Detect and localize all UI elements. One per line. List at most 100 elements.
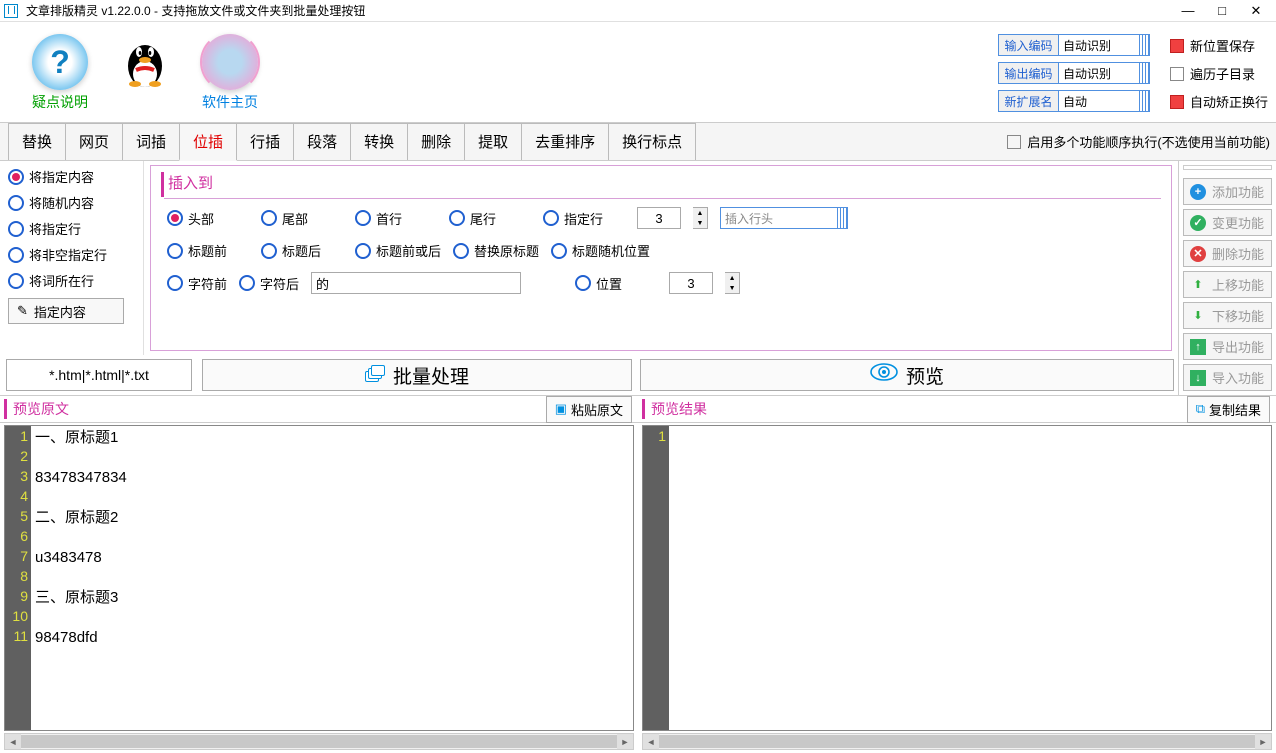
line-number-input[interactable] — [637, 207, 681, 229]
spinner[interactable]: ▲▼ — [693, 207, 708, 229]
check-icon: ✓ — [1190, 215, 1206, 231]
left-radio-2[interactable]: 将指定行 — [8, 219, 135, 238]
arrow-up-icon: ⬆ — [1190, 277, 1206, 293]
position-number-input[interactable] — [669, 272, 713, 294]
preview-source-title: 预览原文 — [4, 399, 546, 419]
tab-6[interactable]: 转换 — [350, 123, 408, 160]
insert-radio-标题前或后[interactable]: 标题前或后 — [355, 241, 441, 260]
insert-radio-尾行[interactable]: 尾行 — [449, 209, 531, 228]
radio-icon — [355, 243, 371, 259]
horizontal-scrollbar[interactable]: ◄► — [4, 733, 634, 750]
insert-radio-头部[interactable]: 头部 — [167, 209, 249, 228]
insert-radio-标题随机位置[interactable]: 标题随机位置 — [551, 241, 650, 260]
insert-radio-字符前[interactable]: 字符前 — [167, 274, 227, 293]
insert-radio-首行[interactable]: 首行 — [355, 209, 437, 228]
preview-button[interactable]: 预览 — [640, 359, 1174, 391]
auto-fix-wrap-label: 自动矫正换行 — [1190, 92, 1268, 111]
grip-icon — [837, 208, 847, 228]
left-radio-1[interactable]: 将随机内容 — [8, 193, 135, 212]
tab-1[interactable]: 网页 — [65, 123, 123, 160]
line-position-select[interactable]: 插入行头 — [720, 207, 848, 229]
horizontal-scrollbar[interactable]: ◄► — [642, 733, 1272, 750]
qq-button[interactable] — [122, 34, 168, 118]
result-content[interactable] — [669, 426, 1271, 730]
help-icon: ? — [32, 34, 88, 90]
copy-icon: ⧉ — [1196, 401, 1205, 417]
checkbox[interactable] — [1170, 67, 1184, 81]
left-radio-3[interactable]: 将非空指定行 — [8, 245, 135, 264]
export-function-button[interactable]: ↑导出功能 — [1183, 333, 1272, 360]
delete-function-button[interactable]: ✕删除功能 — [1183, 240, 1272, 267]
homepage-label: 软件主页 — [202, 92, 258, 112]
tab-2[interactable]: 词插 — [122, 123, 180, 160]
radio-icon — [8, 247, 24, 263]
source-content[interactable]: 一、原标题183478347834二、原标题2u3483478三、原标题3984… — [31, 426, 633, 730]
preview-result-title: 预览结果 — [642, 399, 1187, 419]
tab-0[interactable]: 替换 — [8, 123, 66, 160]
radio-icon — [261, 243, 277, 259]
maximize-button[interactable]: □ — [1214, 3, 1230, 19]
checkbox[interactable] — [1170, 95, 1184, 109]
tab-8[interactable]: 提取 — [464, 123, 522, 160]
minimize-button[interactable]: — — [1180, 3, 1196, 19]
paste-icon: ▣ — [555, 401, 567, 417]
new-extension-select[interactable]: 新扩展名 自动 — [998, 90, 1150, 112]
header: ? 疑点说明 软件主页 输入编码 自动识别 输出编码 自动识别 — [0, 22, 1276, 122]
insert-radio-position[interactable]: 位置 — [575, 274, 657, 293]
import-icon: ↓ — [1190, 370, 1206, 386]
char-input[interactable] — [311, 272, 521, 294]
insert-radio-标题后[interactable]: 标题后 — [261, 241, 343, 260]
tab-4[interactable]: 行插 — [236, 123, 294, 160]
eye-icon — [870, 363, 898, 387]
specify-content-button[interactable]: ✎ 指定内容 — [8, 298, 124, 324]
extension-filter-input[interactable] — [6, 359, 192, 391]
insert-radio-尾部[interactable]: 尾部 — [261, 209, 343, 228]
output-encoding-select[interactable]: 输出编码 自动识别 — [998, 62, 1150, 84]
radio-icon — [239, 275, 255, 291]
source-editor[interactable]: 1234567891011 一、原标题183478347834二、原标题2u34… — [4, 425, 634, 731]
radio-icon — [167, 243, 183, 259]
tab-3[interactable]: 位插 — [179, 123, 237, 161]
radio-icon — [8, 169, 24, 185]
insert-radio-替换原标题[interactable]: 替换原标题 — [453, 241, 539, 260]
left-radio-4[interactable]: 将词所在行 — [8, 271, 135, 290]
batch-process-button[interactable]: 批量处理 — [202, 359, 632, 391]
radio-icon — [8, 195, 24, 211]
traverse-subdir-label: 遍历子目录 — [1190, 64, 1255, 83]
radio-icon — [453, 243, 469, 259]
close-button[interactable]: ✕ — [1248, 3, 1264, 19]
result-editor[interactable]: 1 — [642, 425, 1272, 731]
insert-radio-字符后[interactable]: 字符后 — [239, 274, 299, 293]
grip-icon — [1139, 63, 1149, 83]
tabs-bar: 替换网页词插位插行插段落转换删除提取去重排序换行标点 启用多个功能顺序执行(不选… — [0, 122, 1276, 161]
x-icon: ✕ — [1190, 246, 1206, 262]
function-list[interactable] — [1183, 165, 1272, 170]
input-encoding-select[interactable]: 输入编码 自动识别 — [998, 34, 1150, 56]
checkbox[interactable] — [1170, 39, 1184, 53]
import-function-button[interactable]: ↓导入功能 — [1183, 364, 1272, 391]
titlebar: 文章排版精灵 v1.22.0.0 - 支持拖放文件或文件夹到批量处理按钮 — □… — [0, 0, 1276, 22]
tab-7[interactable]: 删除 — [407, 123, 465, 160]
enable-multi-checkbox[interactable] — [1007, 135, 1021, 149]
tab-5[interactable]: 段落 — [293, 123, 351, 160]
insert-radio-标题前[interactable]: 标题前 — [167, 241, 249, 260]
tab-9[interactable]: 去重排序 — [521, 123, 609, 160]
homepage-button[interactable]: 软件主页 — [202, 34, 258, 118]
insert-radio-指定行[interactable]: 指定行 — [543, 209, 625, 228]
radio-icon — [449, 210, 465, 226]
left-panel: 将指定内容将随机内容将指定行将非空指定行将词所在行 ✎ 指定内容 — [0, 161, 144, 355]
tab-10[interactable]: 换行标点 — [608, 123, 696, 160]
spinner[interactable]: ▲▼ — [725, 272, 740, 294]
radio-icon — [8, 221, 24, 237]
copy-result-button[interactable]: ⧉复制结果 — [1187, 396, 1270, 423]
radio-icon — [575, 275, 591, 291]
change-function-button[interactable]: ✓变更功能 — [1183, 209, 1272, 236]
move-down-button[interactable]: ⬇下移功能 — [1183, 302, 1272, 329]
move-up-button[interactable]: ⬆上移功能 — [1183, 271, 1272, 298]
right-sidebar: +添加功能 ✓变更功能 ✕删除功能 ⬆上移功能 ⬇下移功能 ↑导出功能 ↓导入功… — [1178, 161, 1276, 395]
help-button[interactable]: ? 疑点说明 — [32, 34, 88, 118]
paste-source-button[interactable]: ▣粘贴原文 — [546, 396, 632, 423]
arrow-down-icon: ⬇ — [1190, 308, 1206, 324]
left-radio-0[interactable]: 将指定内容 — [8, 167, 135, 186]
add-function-button[interactable]: +添加功能 — [1183, 178, 1272, 205]
